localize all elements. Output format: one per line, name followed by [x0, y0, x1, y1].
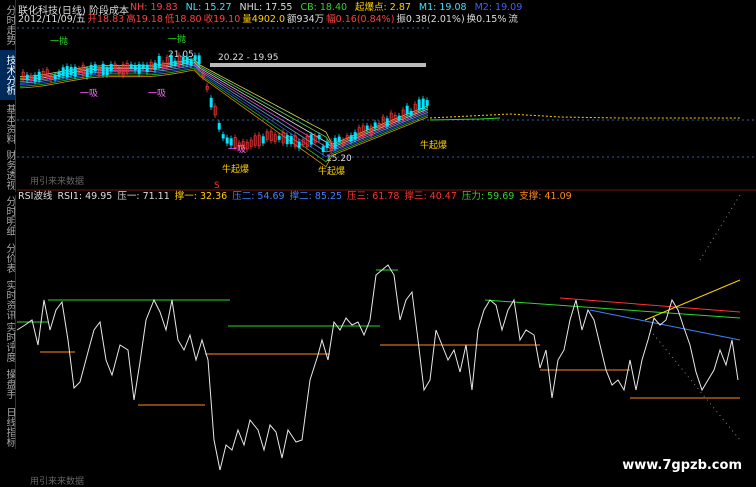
candle-body: [221, 134, 225, 139]
candle-body: [157, 55, 161, 67]
candle-body: [193, 55, 197, 60]
boom-mark: 牛起爆: [318, 165, 345, 177]
sell-signal: S: [214, 181, 220, 191]
candle-body: [25, 74, 29, 81]
candle-body: [209, 97, 213, 108]
candle-body: [69, 66, 73, 75]
boom-mark: 牛起爆: [222, 163, 249, 175]
candle-body: [373, 122, 377, 129]
candle-body: [33, 74, 37, 82]
sell-mark: 一吸: [228, 144, 246, 155]
buy-mark: 一抛: [168, 33, 186, 45]
buy-mark: 一抛: [50, 35, 68, 47]
candle-body: [53, 75, 57, 80]
candle-body: [337, 136, 341, 143]
candle-body: [317, 134, 321, 140]
candle-body: [145, 64, 149, 72]
candle-body: [309, 134, 313, 145]
candle-body: [409, 110, 413, 116]
candle-body: [225, 137, 229, 144]
candle-body: [37, 71, 41, 81]
candle-body: [65, 66, 69, 78]
ma-line-1: [19, 59, 429, 147]
candle-body: [405, 105, 409, 115]
tail-line-green: [429, 117, 501, 121]
candle-body: [101, 63, 105, 76]
candle-body: [109, 63, 113, 72]
range-label: 20.22 - 19.95: [218, 53, 279, 63]
candle-body: [189, 60, 193, 66]
candle-body: [129, 64, 133, 69]
candle-body: [385, 118, 389, 127]
candle-body: [153, 62, 157, 71]
footer-top: 用引来来数据: [30, 177, 85, 187]
range-band: [210, 63, 426, 67]
candle-body: [89, 64, 93, 74]
candle-body: [333, 137, 337, 149]
boom-mark: 牛起爆: [420, 139, 447, 151]
candle-body: [57, 71, 61, 78]
candle-body: [169, 55, 173, 66]
candle-body: [133, 65, 137, 71]
res-line-blue: [589, 309, 741, 341]
candle-body: [185, 56, 189, 65]
candle-body: [61, 67, 65, 77]
chart-area[interactable]: 20.22 - 19.9521.0515.20一抛 一抛一吸 一吸一吸牛起爆 牛起爆牛…: [0, 0, 756, 487]
dotted-trend: [699, 194, 741, 261]
candle-body: [289, 136, 293, 144]
candle-body: [297, 141, 301, 149]
candle-body: [365, 125, 369, 130]
candle-body: [73, 66, 77, 77]
candle-body: [349, 135, 353, 142]
footer-bottom: 用引来来数据: [30, 477, 85, 487]
candle-body: [173, 60, 177, 65]
candle-body: [197, 55, 201, 64]
candle-body: [353, 132, 357, 140]
res-line-red: [559, 297, 741, 313]
candle-body: [277, 135, 281, 140]
candle-body: [181, 56, 185, 65]
candle-body: [261, 136, 265, 144]
candle-body: [321, 146, 325, 152]
watermark: www.7gpzb.com: [622, 458, 742, 473]
candle-body: [93, 64, 97, 72]
sell-mark: 一吸: [80, 88, 98, 99]
candle-body: [137, 64, 141, 74]
candle-body: [417, 99, 421, 111]
rise-line: [644, 279, 741, 321]
candle-body: [285, 135, 289, 145]
tail-line: [429, 113, 740, 119]
candle-body: [85, 68, 89, 78]
candle-body: [421, 98, 425, 110]
candle-body: [325, 141, 329, 148]
candle-body: [105, 67, 109, 76]
candle-body: [425, 100, 429, 106]
dotted-trend: [649, 329, 741, 441]
rsi-line: [16, 264, 739, 471]
candle-body: [217, 123, 221, 130]
candle-body: [141, 64, 145, 69]
sell-mark: 一吸: [148, 88, 166, 99]
candle-body: [397, 115, 401, 121]
